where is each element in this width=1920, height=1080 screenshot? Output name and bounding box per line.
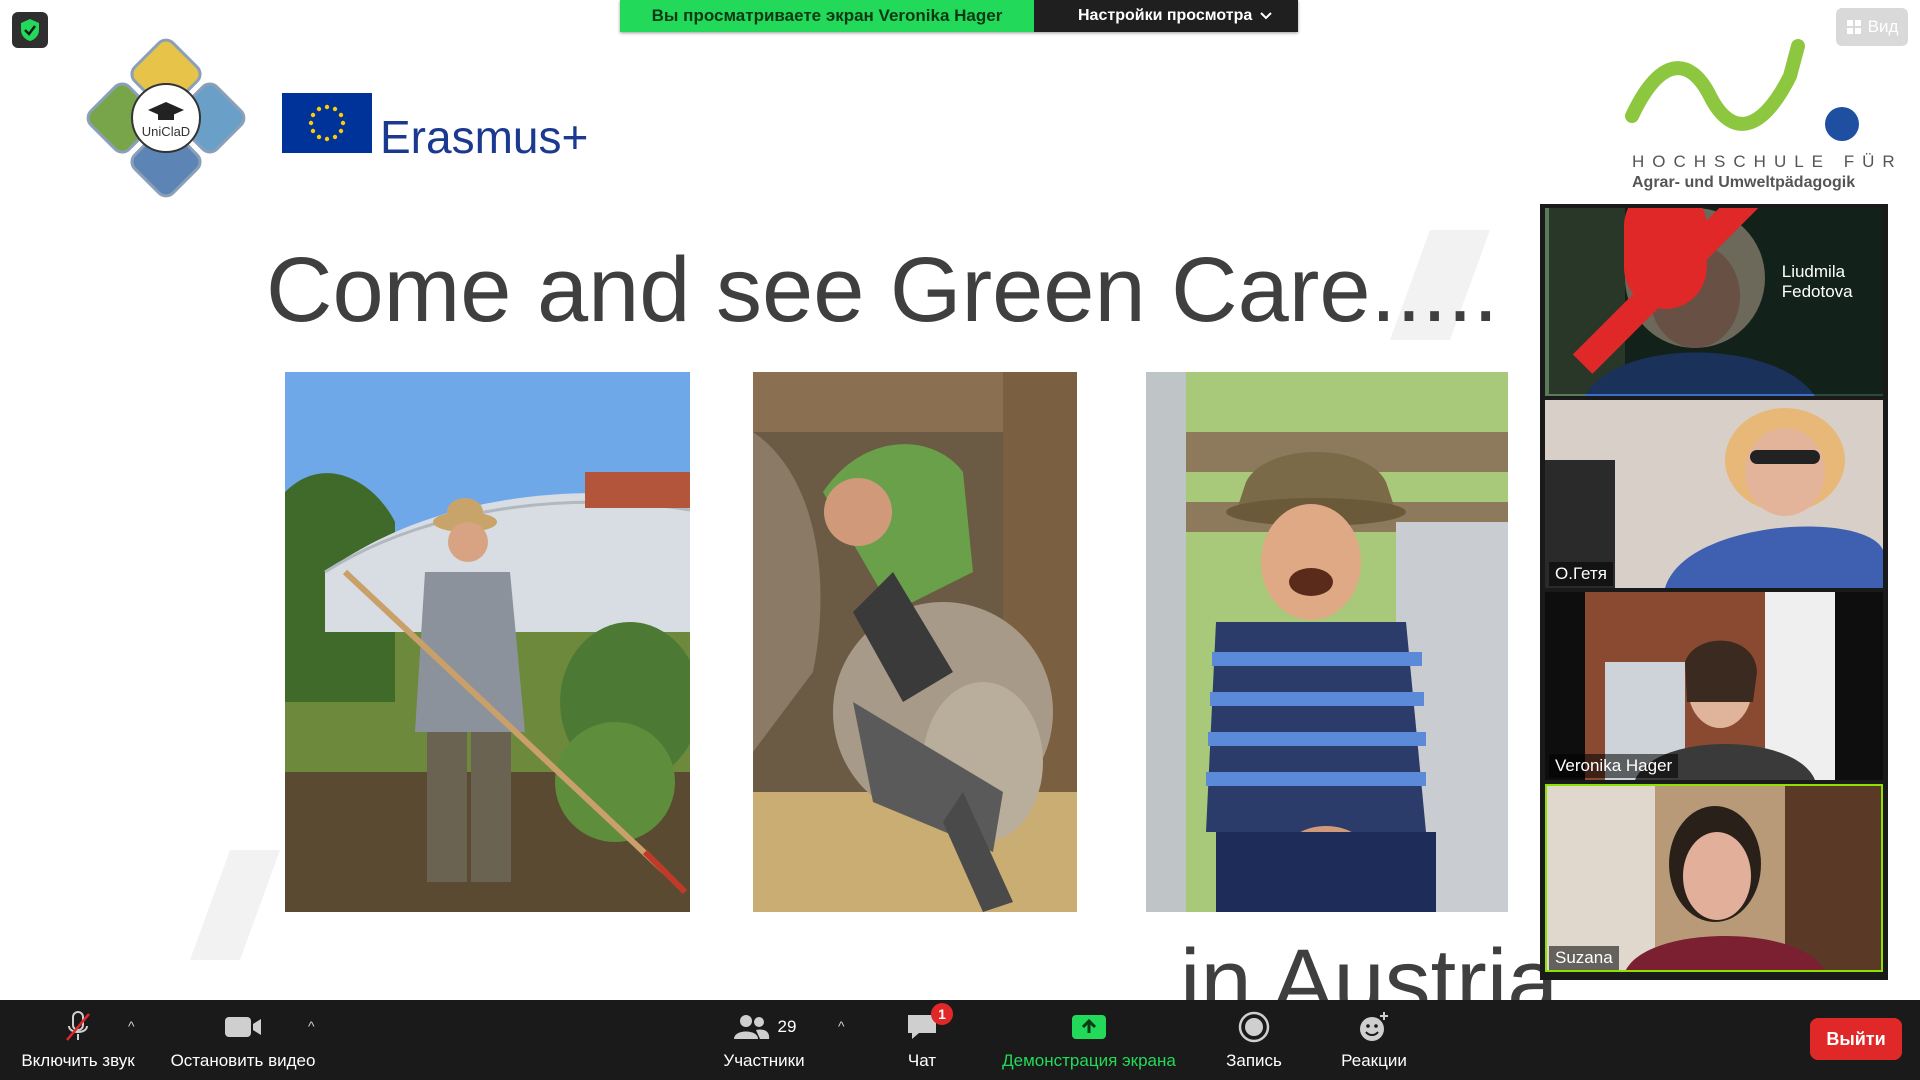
uniclad-logo-text: UniClaD (142, 124, 190, 139)
participant-video-panel: Liudmila Fedotova О.Гетя Veronika Hager … (1540, 204, 1888, 980)
reactions-button-label: Реакции (1341, 1051, 1407, 1070)
unmute-button[interactable]: Включить звук (14, 1000, 142, 1080)
record-icon (1238, 1011, 1270, 1043)
erasmus-logo-text: Erasmus+ (380, 111, 589, 163)
hochschule-logo-line1: HOCHSCHULE FÜR (1632, 152, 1903, 171)
muted-microphone-icon (1572, 208, 1758, 375)
video-options-caret[interactable]: ^ (308, 1018, 315, 1034)
record-button[interactable]: Запись (1212, 1000, 1296, 1080)
shield-icon (21, 19, 39, 41)
slide-photo-gardener (285, 372, 690, 912)
video-tile-name-text: Suzana (1555, 948, 1613, 967)
video-tile-name-text: Liudmila Fedotova (1781, 261, 1853, 301)
chat-button[interactable]: 1 Чат (884, 1000, 960, 1080)
participants-button-label: Участники (723, 1051, 805, 1070)
video-tile-name: О.Гетя (1549, 562, 1613, 586)
meeting-toolbar: Включить звук ^ Остановить видео ^ 29 Уч… (0, 1000, 1920, 1080)
muted-microphone-icon (66, 1011, 90, 1041)
video-tile-name: Liudmila Fedotova (1549, 208, 1883, 394)
slide-subtitle: in Austria (1180, 931, 1559, 1000)
emoji-reaction-icon (1360, 1012, 1388, 1041)
view-button-label: Вид (1867, 17, 1899, 36)
slide-watermark (189, 850, 281, 960)
video-tile[interactable]: Veronika Hager (1545, 592, 1883, 780)
participants-button[interactable]: 29 Участники (712, 1000, 816, 1080)
eu-flag-logo (282, 93, 372, 153)
video-tile-name-text: Veronika Hager (1555, 756, 1673, 775)
video-tile-name-text: О.Гетя (1555, 564, 1607, 583)
video-camera-icon (225, 1017, 261, 1037)
view-options-label: Настройки просмотра (1078, 7, 1253, 24)
uniclad-logo: UniClaD (66, 18, 266, 218)
chevron-down-icon (1260, 12, 1272, 20)
grid-icon (1846, 20, 1861, 34)
chat-button-label: Чат (907, 1051, 937, 1070)
screen-share-banner: Вы просматриваете экран Veronika Hager Н… (620, 0, 1298, 32)
video-tile[interactable]: Liudmila Fedotova (1545, 208, 1883, 396)
view-layout-button[interactable]: Вид (1836, 8, 1908, 46)
hochschule-logo (1620, 36, 1870, 196)
share-status-text: Вы просматриваете экран Veronika Hager (620, 0, 1034, 32)
share-screen-icon (1072, 1015, 1106, 1039)
unmute-button-label: Включить звук (21, 1051, 135, 1070)
video-tile-name: Suzana (1549, 946, 1619, 970)
video-tile[interactable]: О.Гетя (1545, 400, 1883, 588)
participants-count: 29 (777, 1017, 797, 1036)
slide-photo-boy-with-calf (753, 372, 1077, 912)
reactions-button[interactable]: Реакции (1330, 1000, 1418, 1080)
video-tile-name: Veronika Hager (1549, 754, 1679, 778)
participants-options-caret[interactable]: ^ (838, 1018, 845, 1034)
chat-unread-badge: 1 (931, 1003, 953, 1025)
audio-options-caret[interactable]: ^ (128, 1018, 135, 1034)
slide-title: Come and see Green Care..... (266, 239, 1499, 341)
hochschule-logo-line2: Agrar- und Umweltpädagogik (1632, 174, 1856, 191)
zoom-meeting-window: UniClaD Erasmus+ HOCHSCHULE FÜR Agrar- u… (0, 0, 1920, 1080)
view-options-dropdown[interactable]: Настройки просмотра (1034, 0, 1298, 32)
meeting-security-badge[interactable] (12, 12, 48, 48)
leave-meeting-button[interactable]: Выйти (1810, 1018, 1902, 1060)
record-button-label: Запись (1226, 1051, 1282, 1070)
participants-icon (733, 1015, 769, 1039)
share-screen-button-label: Демонстрация экрана (1002, 1051, 1176, 1070)
stop-video-button[interactable]: Остановить видео (162, 1000, 324, 1080)
share-screen-button[interactable]: Демонстрация экрана (986, 1000, 1192, 1080)
slide-photo-old-man (1146, 372, 1508, 912)
video-tile-active-speaker[interactable]: Suzana (1545, 784, 1883, 972)
stop-video-button-label: Остановить видео (170, 1051, 316, 1070)
